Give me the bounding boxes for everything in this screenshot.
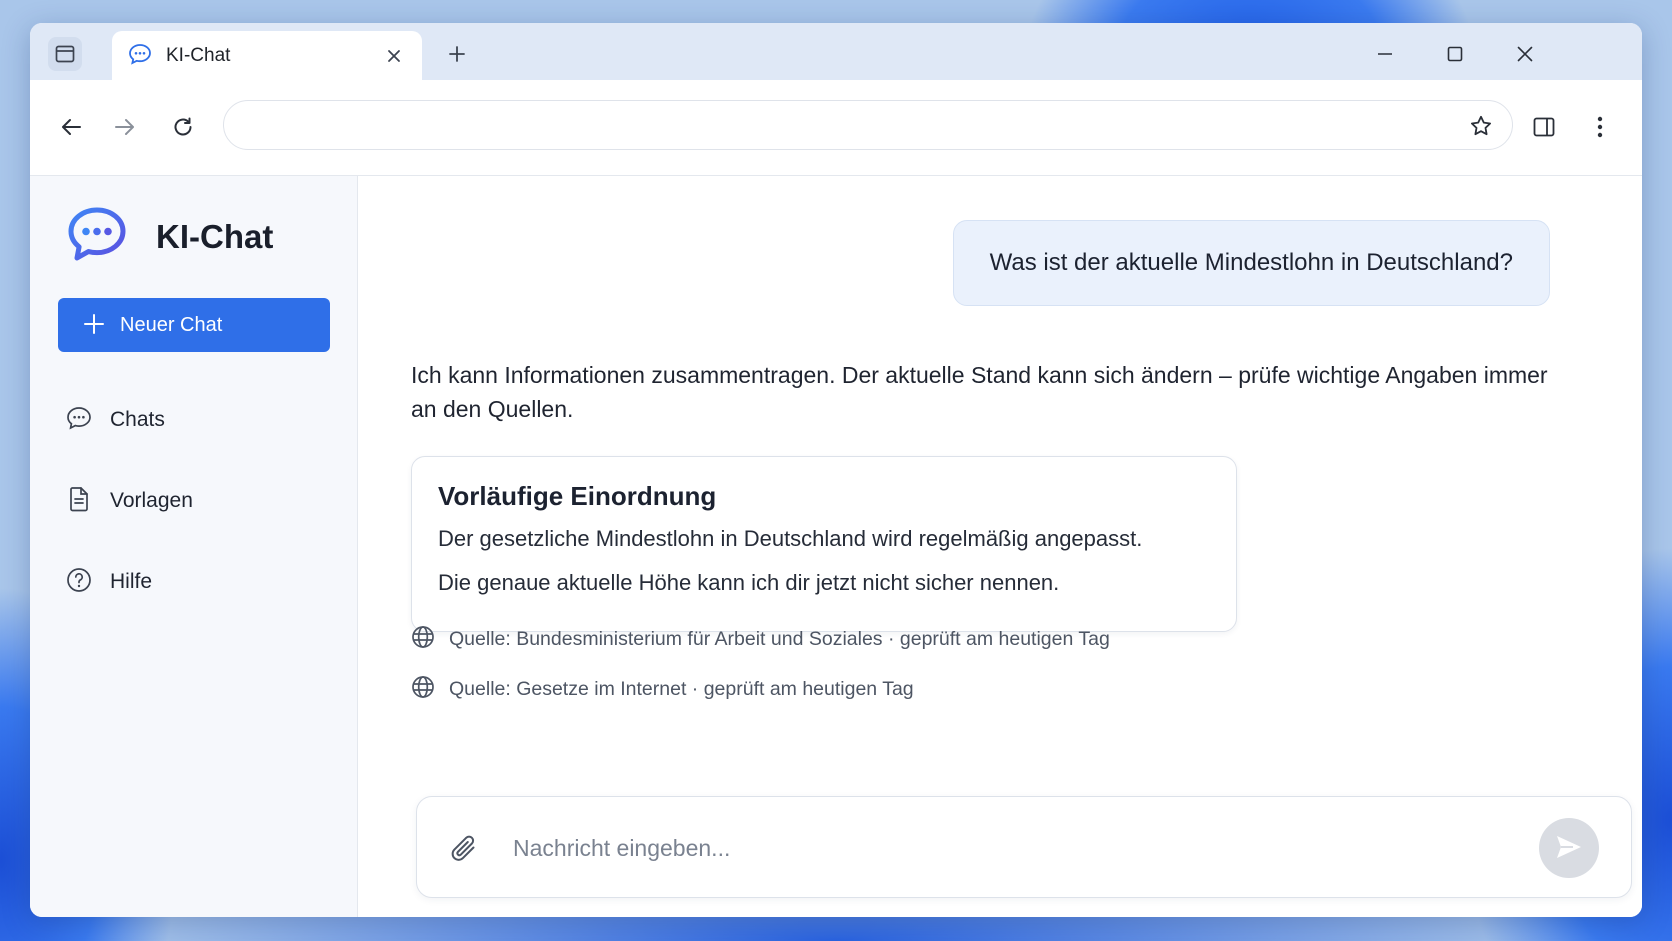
arrow-right-icon[interactable] xyxy=(107,109,143,145)
more-vertical-icon[interactable] xyxy=(1582,109,1618,145)
source-text: Quelle: Gesetze im Internet · geprüft am… xyxy=(449,677,914,700)
card-title: Vorläufige Einordnung xyxy=(438,481,717,511)
assistant-info-card: Vorläufige Einordnung Der gesetzliche Mi… xyxy=(411,456,1237,632)
card-line: Der gesetzliche Mindestlohn in Deutschla… xyxy=(438,526,1143,551)
reload-icon[interactable] xyxy=(165,109,201,145)
brand-title: KI-Chat xyxy=(156,217,274,255)
plus-icon[interactable] xyxy=(442,39,472,69)
plus-icon xyxy=(84,313,104,337)
card-line: Die genaue aktuelle Höhe kann ich dir je… xyxy=(438,570,1060,595)
browser-toolbar xyxy=(30,80,1642,176)
document-icon xyxy=(66,486,92,517)
sidebar-item-hilfe[interactable]: Hilfe xyxy=(66,559,326,605)
message-input[interactable] xyxy=(513,827,1513,869)
sidebar-item-label: Vorlagen xyxy=(110,489,193,512)
sidebar-item-label: Chats xyxy=(110,408,165,431)
help-circle-icon xyxy=(66,567,92,598)
source-link[interactable]: Quelle: Gesetze im Internet · geprüft am… xyxy=(411,672,914,706)
arrow-left-icon[interactable] xyxy=(53,109,89,145)
sidebar: KI-Chat Neuer Chat Chats Vorlagen Hilfe xyxy=(30,176,358,917)
tab-ki-chat[interactable]: KI-Chat xyxy=(112,31,422,81)
assistant-message-text: Ich kann Informationen zusammentragen. D… xyxy=(411,362,1548,422)
source-text: Quelle: Bundesministerium für Arbeit und… xyxy=(449,627,1110,650)
tab-title: KI-Chat xyxy=(166,45,231,66)
sidebar-item-vorlagen[interactable]: Vorlagen xyxy=(66,478,326,524)
maximize-icon[interactable] xyxy=(1438,37,1472,71)
sidebar-item-label: Hilfe xyxy=(110,570,153,593)
user-message-text: Was ist der aktuelle Mindestlohn in Deut… xyxy=(989,249,1513,276)
source-link[interactable]: Quelle: Bundesministerium für Arbeit und… xyxy=(411,622,1110,656)
globe-icon xyxy=(411,625,435,654)
address-bar[interactable] xyxy=(223,100,1513,150)
side-panel-icon[interactable] xyxy=(1526,109,1562,145)
paperclip-icon[interactable] xyxy=(445,829,485,869)
send-icon xyxy=(1555,834,1583,863)
sidebar-item-chats[interactable]: Chats xyxy=(66,397,326,443)
globe-icon xyxy=(411,675,435,704)
minimize-icon[interactable] xyxy=(1368,37,1402,71)
browser-window: KI-Chat KI-Chat Neuer Chat Chats Vorlage… xyxy=(30,23,1642,917)
chat-area: Was ist der aktuelle Mindestlohn in Deut… xyxy=(358,176,1642,917)
chat-bubble-icon xyxy=(128,43,152,70)
star-icon[interactable] xyxy=(1466,111,1496,141)
chat-logo-icon xyxy=(66,206,128,267)
new-chat-button[interactable]: Neuer Chat xyxy=(58,298,330,352)
new-chat-label: Neuer Chat xyxy=(120,313,223,336)
chat-bubble-icon xyxy=(66,406,92,435)
title-bar: KI-Chat xyxy=(30,23,1642,81)
close-icon[interactable] xyxy=(382,44,406,68)
address-input[interactable] xyxy=(244,109,1424,141)
close-window-icon[interactable] xyxy=(1508,37,1542,71)
tab-overview-icon[interactable] xyxy=(48,37,82,71)
send-button[interactable] xyxy=(1539,818,1599,878)
user-message-bubble: Was ist der aktuelle Mindestlohn in Deut… xyxy=(952,220,1550,306)
message-composer xyxy=(416,796,1632,898)
brand: KI-Chat xyxy=(66,206,273,267)
